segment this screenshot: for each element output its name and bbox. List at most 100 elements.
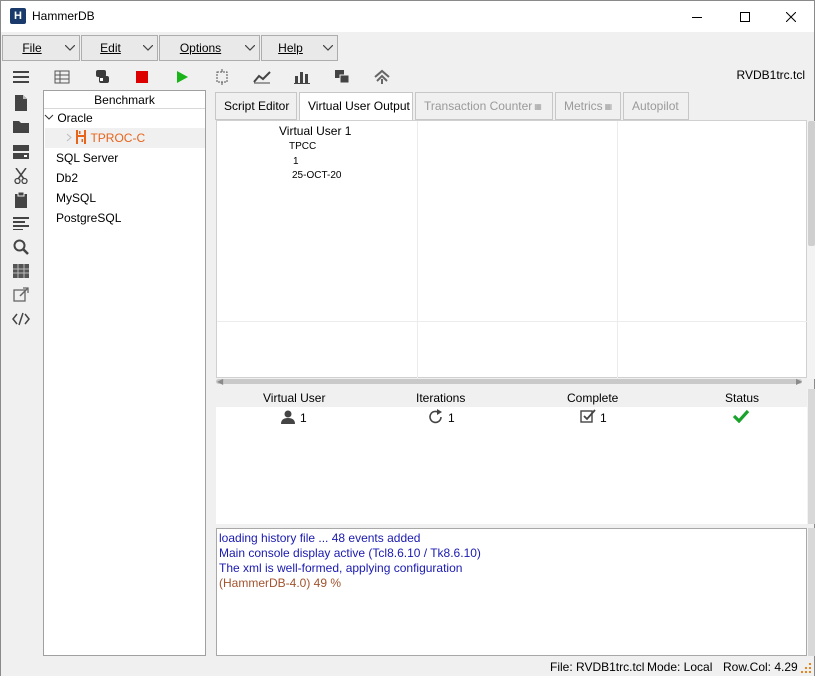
virtual-user-value: 1: [300, 411, 307, 425]
column-header-iterations: Iterations: [416, 391, 466, 405]
console-line: loading history file ... 48 events added: [219, 531, 421, 545]
stack-icon[interactable]: [332, 67, 352, 87]
code-icon[interactable]: [12, 310, 30, 328]
grid-divider: [417, 121, 418, 379]
tree-node-mysql[interactable]: MySQL: [56, 189, 96, 207]
clipboard-icon[interactable]: [12, 191, 30, 209]
script-file-label: RVDB1trc.tcl: [736, 68, 805, 82]
status-mode: Mode: Local: [647, 660, 713, 674]
title-bar: H HammerDB: [1, 1, 814, 32]
menu-edit[interactable]: Edit: [81, 35, 158, 61]
maximize-button[interactable]: [722, 1, 768, 32]
grid-divider: [217, 321, 807, 322]
user-icon: [280, 410, 296, 427]
console-prompt: (HammerDB-4.0) 49 %: [219, 576, 342, 590]
column-header-complete: Complete: [567, 391, 619, 405]
virtual-user-output-pane: Virtual User 1 TPCC 1 25-OCT-20: [216, 120, 815, 379]
side-icon-bar: [1, 65, 41, 655]
tree-node-sql-server[interactable]: SQL Server: [56, 149, 118, 167]
tab-autopilot[interactable]: Autopilot: [623, 92, 689, 120]
scrollbar-thumb[interactable]: [808, 528, 815, 656]
scrollbar-thumb[interactable]: [808, 389, 815, 524]
tab-transaction-counter[interactable]: Transaction Counter ▦: [415, 92, 553, 120]
toolbar: RVDB1trc.tcl: [1, 64, 814, 90]
checkbox-checked-icon: [580, 408, 596, 427]
menu-help[interactable]: Help: [261, 35, 338, 61]
menu-options[interactable]: Options: [159, 35, 260, 61]
hammerdb-app-icon: H: [10, 8, 26, 24]
tree-node-postgresql[interactable]: PostgreSQL: [56, 209, 121, 227]
hammerdb-schema-icon: [76, 130, 87, 144]
chevron-down-icon: [139, 36, 157, 60]
stop-icon[interactable]: [132, 67, 152, 87]
detach-icon: ▦: [534, 102, 542, 111]
menu-file[interactable]: File: [2, 35, 80, 61]
tree-node-label: MySQL: [56, 191, 97, 205]
scrollbar-thumb[interactable]: [808, 121, 815, 246]
grid-divider: [617, 121, 618, 379]
folder-icon[interactable]: [12, 118, 30, 136]
tab-virtual-user-output[interactable]: Virtual User Output: [299, 92, 413, 120]
tree-node-label: SQL Server: [56, 151, 119, 165]
menu-options-label: Options: [179, 41, 222, 55]
benchmark-grid-icon[interactable]: [52, 67, 72, 87]
chevron-down-icon: [241, 36, 259, 60]
tab-label: Metrics: [564, 99, 603, 113]
tab-script-editor[interactable]: Script Editor: [215, 92, 297, 120]
complete-value: 1: [600, 411, 607, 425]
virtual-user-table: Virtual User Iterations Complete Status …: [216, 389, 807, 524]
horizontal-scrollbar[interactable]: [216, 379, 802, 384]
table-header: Virtual User Iterations Complete Status: [216, 389, 807, 407]
maximize-icon: [740, 11, 750, 22]
menu-help-label: Help: [278, 41, 303, 55]
search-icon[interactable]: [12, 238, 30, 256]
tree-node-oracle[interactable]: Oracle: [44, 109, 93, 127]
console-scrollbar[interactable]: [807, 528, 815, 656]
console-output[interactable]: loading history file ... 48 events added…: [216, 528, 807, 656]
tree-node-oracle-label: Oracle: [57, 111, 93, 125]
database-icon[interactable]: [92, 67, 112, 87]
bar-chart-icon[interactable]: [292, 67, 312, 87]
console-line: The xml is well-formed, applying configu…: [219, 561, 463, 575]
close-icon: [786, 11, 796, 22]
run-icon[interactable]: [172, 67, 192, 87]
tree-node-label: PostgreSQL: [56, 211, 122, 225]
grid-icon[interactable]: [12, 262, 30, 280]
console-line: Main console display active (Tcl8.6.10 /…: [219, 546, 481, 560]
tree-node-db2[interactable]: Db2: [56, 169, 78, 187]
edit-external-icon[interactable]: [12, 286, 30, 304]
tree-node-tproc-c[interactable]: TPROC-C: [66, 129, 145, 147]
tab-label: Virtual User Output: [308, 99, 410, 113]
output-scrollbar[interactable]: [807, 121, 815, 379]
pane-splitter[interactable]: [206, 90, 214, 656]
virtual-user-title: Virtual User 1: [279, 124, 352, 138]
transactions-icon[interactable]: [212, 67, 232, 87]
tree-header: Benchmark: [44, 91, 205, 109]
tree-node-tproc-c-label: TPROC-C: [90, 131, 146, 145]
menu-icon[interactable]: [12, 68, 30, 86]
autopilot-icon[interactable]: [372, 67, 392, 87]
menu-bar: File Edit Options Help: [1, 33, 814, 63]
iterations-value: 1: [448, 411, 455, 425]
close-button[interactable]: [768, 1, 814, 32]
minimize-button[interactable]: [674, 1, 720, 32]
scroll-right-icon[interactable]: ▶: [796, 377, 802, 386]
scissors-icon[interactable]: [12, 167, 30, 185]
document-icon[interactable]: [12, 94, 30, 112]
status-bar: File: RVDB1trc.tcl Mode: Local Row.Col: …: [1, 657, 814, 676]
metrics-line-icon[interactable]: [252, 67, 272, 87]
column-header-virtual-user: Virtual User: [263, 391, 326, 405]
hammerdb-window: H HammerDB File Edit Options Help RVDB1t…: [0, 0, 815, 676]
scroll-left-icon[interactable]: ◀: [217, 377, 223, 386]
list-icon[interactable]: [12, 214, 30, 232]
tab-metrics[interactable]: Metrics ▦: [555, 92, 621, 120]
tab-label: Autopilot: [632, 99, 679, 113]
server-icon[interactable]: [12, 143, 30, 161]
chevron-down-icon: [319, 36, 337, 60]
detach-icon: ▦: [604, 102, 613, 111]
vu-output-line: 1: [293, 156, 299, 167]
resize-grip-icon[interactable]: [801, 663, 812, 674]
table-scrollbar[interactable]: [807, 389, 815, 524]
window-title: HammerDB: [32, 9, 95, 23]
vu-output-line: TPCC: [289, 141, 317, 152]
